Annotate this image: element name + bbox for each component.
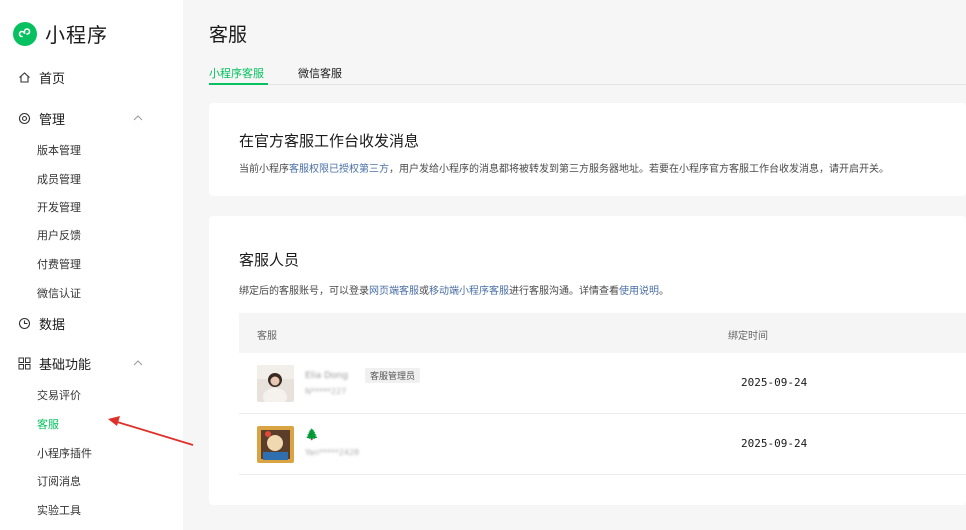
column-header-bind-time: 绑定时间 xyxy=(728,331,768,342)
sidebar-item-verify[interactable]: 微信认证 xyxy=(37,285,81,301)
annotation-arrow xyxy=(108,416,194,446)
sidebar-item-members[interactable]: 成员管理 xyxy=(37,171,81,187)
desc-text: 进行客服沟通。详情查看 xyxy=(509,286,619,297)
app-name: 小程序 xyxy=(45,23,108,47)
tab-wechat-service[interactable]: 微信客服 xyxy=(298,65,342,81)
mobile-service-link[interactable]: 移动端小程序客服 xyxy=(429,286,509,297)
card-title: 客服人员 xyxy=(239,251,300,269)
chevron-up-icon[interactable] xyxy=(133,356,143,371)
sidebar-item-payment[interactable]: 付费管理 xyxy=(37,256,81,272)
desc-text: 。 xyxy=(659,286,669,297)
chevron-up-icon[interactable] xyxy=(133,111,143,126)
staff-id: Yan*****2428 xyxy=(305,448,360,457)
table-header: 客服 绑定时间 xyxy=(239,313,966,353)
service-staff-table: 客服 绑定时间 Elia Dong 客服管理员 N*****227 2025-0… xyxy=(239,313,966,475)
desc-text: 当前小程序 xyxy=(239,164,289,175)
staff-name: 🌲 xyxy=(305,428,319,441)
card-description: 当前小程序客服权限已授权第三方，用户发给小程序的消息都将被转发到第三方服务器地址… xyxy=(239,160,889,175)
miniprogram-logo-icon xyxy=(13,21,37,46)
column-header-staff: 客服 xyxy=(257,331,277,342)
usage-guide-link[interactable]: 使用说明 xyxy=(619,286,659,297)
brand[interactable]: 小程序 xyxy=(13,19,108,48)
grid-icon xyxy=(17,357,31,371)
sidebar-item-label: 管理 xyxy=(39,113,66,128)
home-icon xyxy=(17,71,31,85)
web-service-link[interactable]: 网页端客服 xyxy=(369,286,419,297)
sidebar-item-home[interactable]: 首页 xyxy=(17,68,65,87)
service-staff-card: 客服人员 绑定后的客服账号，可以登录网页端客服或移动端小程序客服进行客服沟通。详… xyxy=(209,216,966,505)
role-badge: 客服管理员 xyxy=(365,368,421,383)
card-description: 绑定后的客服账号，可以登录网页端客服或移动端小程序客服进行客服沟通。详情查看使用… xyxy=(239,282,669,297)
sidebar-item-subscriptions[interactable]: 订阅消息 xyxy=(37,473,81,489)
avatar xyxy=(257,426,294,463)
sidebar-item-customer-service[interactable]: 客服 xyxy=(37,416,59,432)
desc-text: ，用户发给小程序的消息都将被转发到第三方服务器地址。若要在小程序官方客服工作台收… xyxy=(389,164,889,175)
sidebar-item-lab[interactable]: 实验工具 xyxy=(37,502,81,518)
tab-bar: 小程序客服 微信客服 xyxy=(209,60,966,85)
tab-miniprogram-service[interactable]: 小程序客服 xyxy=(209,65,264,81)
sidebar-item-label: 基础功能 xyxy=(39,358,92,373)
card-title: 在官方客服工作台收发消息 xyxy=(239,132,420,150)
desc-text: 或 xyxy=(419,286,429,297)
sidebar-item-plugins[interactable]: 小程序插件 xyxy=(37,445,92,461)
official-workbench-card: 在官方客服工作台收发消息 当前小程序客服权限已授权第三方，用户发给小程序的消息都… xyxy=(209,103,966,196)
sidebar-item-manage[interactable]: 管理 xyxy=(17,109,143,128)
sidebar-item-version[interactable]: 版本管理 xyxy=(37,142,81,158)
clock-icon xyxy=(17,317,31,331)
sidebar: 小程序 首页 管理 版本管理 成员管理 开发管理 用户反馈 付费管理 微信认证 … xyxy=(0,0,183,530)
active-tab-indicator xyxy=(209,83,268,85)
table-row: Elia Dong 客服管理员 N*****227 2025-09-24 xyxy=(239,353,966,414)
sidebar-item-dev[interactable]: 开发管理 xyxy=(37,199,81,215)
sidebar-item-label: 首页 xyxy=(39,72,66,87)
desc-text: 绑定后的客服账号，可以登录 xyxy=(239,286,369,297)
bind-date: 2025-09-24 xyxy=(741,376,808,389)
sidebar-item-data[interactable]: 数据 xyxy=(17,314,65,333)
sidebar-item-label: 数据 xyxy=(39,318,66,333)
bind-date: 2025-09-24 xyxy=(741,437,808,450)
page-title: 客服 xyxy=(209,24,248,46)
staff-id: N*****227 xyxy=(305,387,347,396)
gear-icon xyxy=(17,112,31,126)
avatar xyxy=(257,365,294,402)
sidebar-item-reviews[interactable]: 交易评价 xyxy=(37,387,81,403)
sidebar-item-feedback[interactable]: 用户反馈 xyxy=(37,227,81,243)
sidebar-item-basic[interactable]: 基础功能 xyxy=(17,354,143,373)
staff-name: Elia Dong xyxy=(305,371,348,381)
table-row: 🌲 Yan*****2428 2025-09-24 xyxy=(239,414,966,475)
authorized-third-party-link[interactable]: 客服权限已授权第三方 xyxy=(289,164,389,175)
